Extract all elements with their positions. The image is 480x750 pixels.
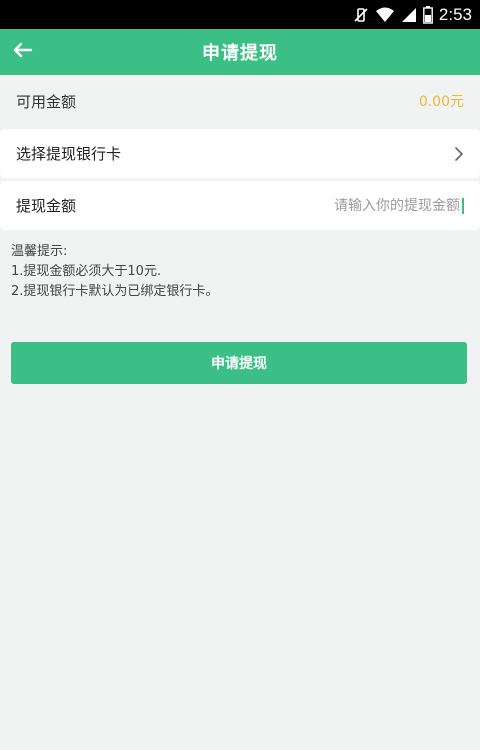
withdraw-amount-label: 提现金额 [16, 197, 77, 215]
tips-line-2: 2.提现银行卡默认为已绑定银行卡。 [11, 284, 219, 299]
tips-line-1: 1.提现金额必须大于10元. [11, 264, 162, 279]
balance-label: 可用金额 [16, 92, 77, 111]
app-bar: 申请提现 [0, 29, 480, 75]
submit-withdraw-button[interactable]: 申请提现 [11, 342, 467, 384]
page-title: 申请提现 [202, 43, 278, 64]
balance-row: 可用金额 0.00元 [0, 75, 480, 127]
signal-icon [401, 7, 417, 23]
status-icons [353, 5, 433, 24]
status-bar: 2:53 [0, 0, 480, 29]
back-button[interactable] [6, 36, 40, 68]
wifi-icon [375, 7, 395, 23]
vibrate-off-icon [353, 7, 369, 23]
status-time: 2:53 [438, 4, 472, 24]
withdraw-amount-row: 提现金额 [0, 181, 480, 230]
battery-icon [423, 5, 433, 24]
select-bank-card-row[interactable]: 选择提现银行卡 [0, 129, 480, 178]
select-bank-card-label: 选择提现银行卡 [16, 145, 122, 163]
balance-value: 0.00元 [418, 94, 464, 110]
withdraw-amount-input[interactable] [314, 197, 464, 214]
tips-title: 温馨提示: [11, 244, 68, 259]
tips-section: 温馨提示: 1.提现金额必须大于10元. 2.提现银行卡默认为已绑定银行卡。 [11, 242, 471, 302]
chevron-right-icon [454, 146, 464, 162]
arrow-left-icon [13, 42, 33, 62]
